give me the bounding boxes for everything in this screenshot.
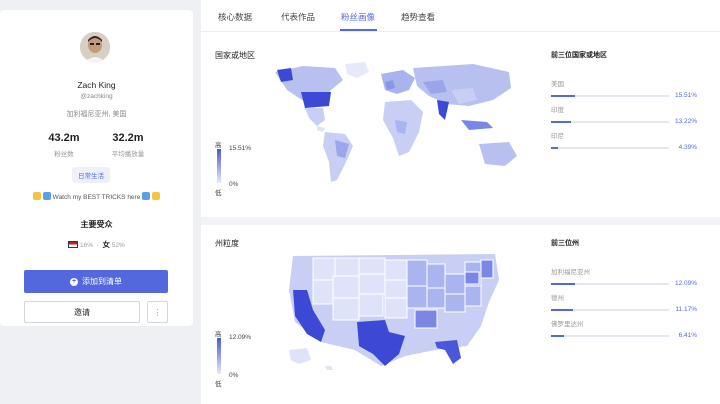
tab-core-data[interactable]: 核心数据 [218, 11, 252, 23]
stat-followers: 43.2m 粉丝数 [34, 132, 94, 158]
legend-max: 12.09% [229, 334, 252, 341]
us-flag-icon [68, 241, 79, 248]
rank-percent: 12.09% [674, 280, 697, 287]
rank-progress-track [551, 147, 669, 149]
category-tag[interactable]: 日常生活 [72, 167, 110, 183]
state-legend: 高 12.09% 0% 低 [215, 328, 265, 388]
rank-progress-track [551, 309, 669, 311]
rank-row: 加利福尼亚州 12.09% [551, 266, 697, 287]
legend-max: 15.51% [229, 145, 252, 152]
stat-label: 粉丝数 [54, 151, 74, 158]
stat-value: 32.2m [112, 132, 144, 144]
rank-row: 美国 15.51% [551, 78, 697, 99]
rank-name: 印尼 [551, 133, 564, 140]
stat-avg-views: 32.2m 平均播放量 [98, 132, 158, 158]
invite-button[interactable]: 邀请 [24, 301, 140, 323]
rank-progress-track [551, 121, 669, 123]
rank-percent: 4.39% [678, 144, 697, 151]
profile-card: Zach King @zachking 加利福尼亚州, 美国 43.2m 粉丝数… [0, 10, 193, 326]
rank-progress-fill [551, 147, 558, 149]
main-panel: 核心数据 代表作品 粉丝画像 趋势查看 国家或地区 高 15.51% 0% 低 … [201, 0, 720, 404]
us-states-map[interactable] [285, 250, 507, 390]
clap-emoji-icon [33, 192, 42, 200]
country-section-title: 国家或地区 [215, 51, 255, 60]
audience-country-pct: 16% [80, 242, 94, 249]
audience-gender: 女 [102, 240, 110, 249]
rank-progress-fill [551, 95, 575, 97]
audience-summary: 16% · 女 52% [0, 239, 193, 250]
profile-handle: @zachking [80, 93, 113, 100]
tab-trends[interactable]: 趋势查看 [401, 11, 435, 23]
bio-text: Watch my BEST TRICKS here [52, 194, 141, 201]
legend-min: 0% [229, 181, 239, 188]
rank-progress-fill [551, 309, 573, 311]
rank-percent: 6.41% [678, 332, 697, 339]
section-divider [201, 217, 720, 225]
legend-low: 低 [215, 190, 222, 197]
rank-row: 印度 13.22% [551, 104, 697, 125]
legend-gradient [217, 149, 221, 183]
rank-name: 加利福尼亚州 [551, 269, 590, 276]
state-section-title: 州粒度 [215, 239, 239, 248]
world-map[interactable] [273, 60, 533, 190]
audience-gender-pct: 52% [111, 242, 125, 249]
rank-row: 印尼 4.39% [551, 130, 697, 151]
legend-min: 0% [229, 372, 239, 379]
profile-location: 加利福尼亚州, 美国 [66, 111, 127, 118]
stat-value: 43.2m [48, 132, 80, 144]
rank-percent: 15.51% [674, 92, 697, 99]
plus-icon: + [70, 277, 78, 286]
rank-name: 印度 [551, 107, 564, 114]
arrow-emoji-icon [42, 192, 51, 200]
active-tab-indicator [340, 29, 377, 31]
profile-name: Zach King [77, 80, 116, 90]
rank-percent: 11.17% [675, 306, 697, 313]
legend-high: 高 [215, 331, 222, 338]
avatar[interactable] [80, 32, 110, 62]
add-to-list-label: 添加到清单 [82, 277, 122, 286]
rank-progress-track [551, 335, 669, 337]
country-legend: 高 15.51% 0% 低 [215, 135, 265, 197]
rank-name: 佛罗里达州 [551, 321, 584, 328]
rank-percent: 13.22% [674, 118, 697, 125]
rank-row: 德州 11.17% [551, 292, 697, 313]
stat-label: 平均播放量 [111, 151, 145, 158]
rank-progress-track [551, 283, 669, 285]
tab-works[interactable]: 代表作品 [281, 11, 315, 23]
top-states-title: 前三位州 [551, 240, 579, 247]
tab-bar: 核心数据 代表作品 粉丝画像 趋势查看 [201, 0, 720, 32]
more-options-button[interactable]: ⋮ [147, 301, 168, 323]
rank-progress-fill [551, 121, 571, 123]
clap-emoji-icon [151, 192, 160, 200]
tab-fan-profile[interactable]: 粉丝画像 [341, 11, 375, 23]
profile-bio: Watch my BEST TRICKS here [0, 192, 193, 201]
rank-progress-track [551, 95, 669, 97]
top-countries-title: 前三位国家或地区 [551, 52, 607, 59]
rank-name: 美国 [551, 81, 564, 88]
legend-high: 高 [215, 142, 222, 149]
rank-progress-fill [551, 283, 575, 285]
legend-gradient [217, 338, 221, 374]
audience-title: 主要受众 [80, 220, 113, 229]
rank-row: 佛罗里达州 6.41% [551, 318, 697, 339]
legend-low: 低 [215, 381, 222, 388]
rank-name: 德州 [551, 295, 564, 302]
check-emoji-icon [142, 192, 151, 200]
add-to-list-button[interactable]: + 添加到清单 [24, 270, 168, 293]
rank-progress-fill [551, 335, 564, 337]
